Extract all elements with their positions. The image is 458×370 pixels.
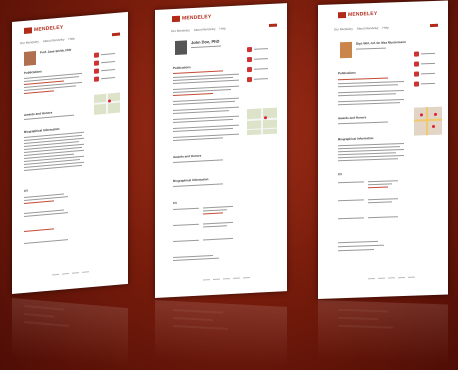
top-nav[interactable]: Our Mendeley About Mendeley Help xyxy=(20,37,75,46)
mendeley-logo-icon[interactable]: MENDELEY xyxy=(24,25,63,34)
contact-item[interactable] xyxy=(414,61,435,67)
contact-avatar-icon xyxy=(414,51,419,57)
contact-item[interactable] xyxy=(414,51,435,57)
profile-name: John Doe, PhD xyxy=(191,38,220,46)
nav-item[interactable]: About Mendeley xyxy=(357,26,379,31)
contact-item[interactable] xyxy=(414,81,435,87)
section-cv: CV xyxy=(173,200,178,206)
reflection xyxy=(318,300,448,365)
profile-name: Prof. Jane Smith, PhD xyxy=(40,47,72,55)
signup-button[interactable] xyxy=(112,32,120,37)
section-publications: Publications xyxy=(338,70,356,76)
contact-item[interactable] xyxy=(247,66,268,73)
signup-button[interactable] xyxy=(269,23,277,28)
nav-item[interactable]: Help xyxy=(220,26,226,30)
mendeley-logo-icon[interactable]: MENDELEY xyxy=(172,14,212,23)
section-cv: CV xyxy=(24,188,29,193)
map-image[interactable] xyxy=(247,107,277,136)
section-biography: Biographical Information xyxy=(173,177,209,184)
contact-item[interactable] xyxy=(94,67,115,74)
nav-item[interactable]: Help xyxy=(69,37,75,42)
signup-button[interactable] xyxy=(430,23,438,28)
contact-item[interactable] xyxy=(247,46,268,53)
profile-name: Dipl.-Wirt.-Inf. Dr. Max Mustermann xyxy=(356,39,406,46)
logo-text: MENDELEY xyxy=(182,14,212,22)
avatar-photo xyxy=(175,40,187,55)
logo-text: MENDELEY xyxy=(34,24,64,34)
contact-avatar-icon xyxy=(414,81,419,87)
footer-links[interactable] xyxy=(52,271,89,276)
contact-avatar-icon xyxy=(247,46,252,53)
contact-avatar-icon xyxy=(247,66,252,73)
avatar-photo xyxy=(24,50,36,66)
nav-item[interactable]: About Mendeley xyxy=(43,37,65,43)
reflection xyxy=(155,300,287,367)
contact-avatar-icon xyxy=(94,76,99,82)
nav-item[interactable]: Our Mendeley xyxy=(20,40,39,46)
contact-avatar-icon xyxy=(414,61,419,67)
contact-avatar-icon xyxy=(414,71,419,77)
section-cv: CV xyxy=(338,172,343,177)
contact-avatar-icon xyxy=(94,68,99,74)
top-nav[interactable]: Our Mendeley About Mendeley Help xyxy=(334,26,389,32)
contact-avatar-icon xyxy=(94,52,99,58)
avatar-photo xyxy=(340,41,352,59)
mendeley-logo-icon[interactable]: MENDELEY xyxy=(338,10,378,19)
map-image[interactable] xyxy=(94,92,120,115)
section-biography: Biographical Information xyxy=(338,136,374,142)
map-image[interactable] xyxy=(414,106,442,136)
nav-item[interactable]: Our Mendeley xyxy=(171,28,190,33)
contact-avatar-icon xyxy=(247,76,252,83)
nav-item[interactable]: About Mendeley xyxy=(194,27,216,32)
section-publications: Publications xyxy=(173,65,191,71)
section-awards: Awards and Honors xyxy=(338,115,367,121)
contact-item[interactable] xyxy=(94,75,115,82)
contact-avatar-icon xyxy=(94,60,99,66)
contact-item[interactable] xyxy=(94,51,115,58)
nav-item[interactable]: Our Mendeley xyxy=(334,27,353,32)
contact-item[interactable] xyxy=(247,76,268,83)
nav-item[interactable]: Help xyxy=(383,26,389,30)
profile-page-2: MENDELEY Our Mendeley About Mendeley Hel… xyxy=(155,3,287,298)
reflection xyxy=(12,298,128,369)
promo-stage: MENDELEY Our Mendeley About Mendeley Hel… xyxy=(0,0,458,370)
contact-avatar-icon xyxy=(247,56,252,63)
contact-item[interactable] xyxy=(247,56,268,63)
section-publications: Publications xyxy=(24,69,42,75)
section-awards: Awards and Honors xyxy=(173,153,202,160)
footer-links[interactable] xyxy=(368,276,415,280)
profile-page-1: MENDELEY Our Mendeley About Mendeley Hel… xyxy=(12,11,128,294)
contact-item[interactable] xyxy=(94,59,115,66)
profile-page-3: MENDELEY Our Mendeley About Mendeley Hel… xyxy=(318,0,448,300)
footer-links[interactable] xyxy=(203,277,250,281)
contact-item[interactable] xyxy=(414,71,435,77)
top-nav[interactable]: Our Mendeley About Mendeley Help xyxy=(171,26,226,33)
logo-text: MENDELEY xyxy=(348,10,378,18)
section-biography: Biographical Information xyxy=(24,126,60,134)
